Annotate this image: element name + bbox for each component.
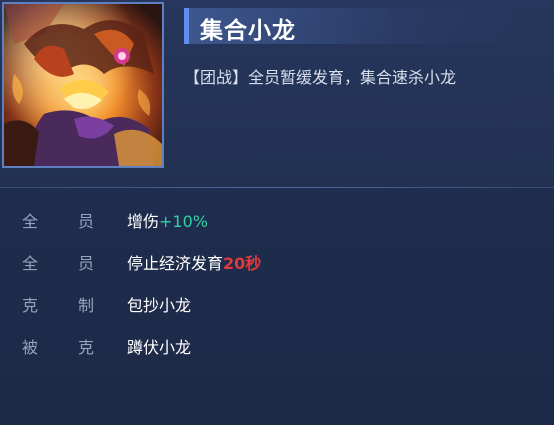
stat-row-damage: 全 员 增伤+10% <box>0 200 554 242</box>
stats-list: 全 员 增伤+10% 全 员 停止经济发育20秒 克 制 包抄小龙 被 克 蹲伏… <box>0 200 554 368</box>
strategy-thumbnail <box>2 2 164 168</box>
strategy-card: 集合小龙 【团战】全员暂缓发育，集合速杀小龙 全 员 增伤+10% 全 员 停止… <box>0 0 554 425</box>
stat-label-char: 全 <box>22 254 39 273</box>
stat-label-char: 制 <box>77 296 94 315</box>
stat-label: 被 克 <box>22 334 94 358</box>
stat-value-text: 增伤 <box>127 212 160 231</box>
stat-value: 增伤+10% <box>127 208 208 232</box>
strategy-title: 集合小龙 <box>200 18 296 44</box>
stat-row-counters: 克 制 包抄小龙 <box>0 284 554 326</box>
stat-label: 全 员 <box>22 208 94 232</box>
stat-value: 蹲伏小龙 <box>127 334 191 358</box>
stat-label-char: 克 <box>77 338 94 357</box>
stat-label-char: 全 <box>22 212 39 231</box>
stat-label-char: 克 <box>22 296 39 315</box>
stat-value-text: 停止经济发育 <box>127 254 224 273</box>
stat-highlight-negative: 20秒 <box>223 254 262 273</box>
stat-highlight-positive: +10% <box>159 212 208 231</box>
section-divider <box>0 187 554 188</box>
title-accent-bar <box>184 8 189 44</box>
stat-value: 包抄小龙 <box>127 292 191 316</box>
strategy-description: 【团战】全员暂缓发育，集合速杀小龙 <box>184 68 457 87</box>
stat-value: 停止经济发育20秒 <box>127 250 261 274</box>
stat-label: 全 员 <box>22 250 94 274</box>
title-bar: 集合小龙 <box>184 8 516 44</box>
stat-label-char: 被 <box>22 338 39 357</box>
stat-value-text: 包抄小龙 <box>127 296 192 315</box>
stat-row-economy: 全 员 停止经济发育20秒 <box>0 242 554 284</box>
card-header-panel: 集合小龙 【团战】全员暂缓发育，集合速杀小龙 <box>0 0 554 188</box>
stat-label-char: 员 <box>77 254 94 273</box>
stat-value-text: 蹲伏小龙 <box>127 338 192 357</box>
stat-label: 克 制 <box>22 292 94 316</box>
dragon-art-icon <box>4 4 162 166</box>
stat-label-char: 员 <box>77 212 94 231</box>
stat-row-countered-by: 被 克 蹲伏小龙 <box>0 326 554 368</box>
